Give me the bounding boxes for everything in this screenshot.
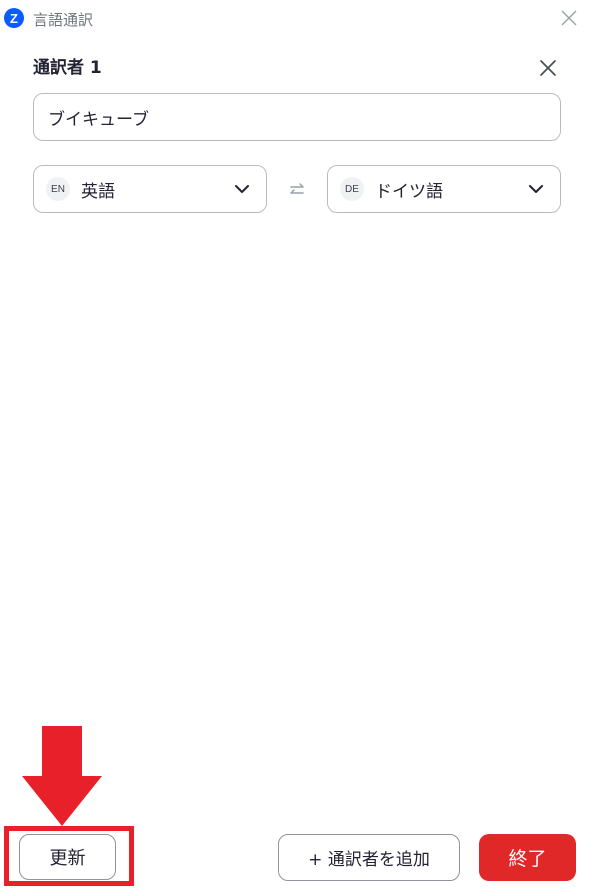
target-language-code: DE: [340, 177, 364, 201]
update-button[interactable]: 更新: [19, 834, 116, 880]
chevron-down-icon: [529, 185, 543, 193]
add-interpreter-button[interactable]: + 通訳者を追加: [278, 834, 460, 881]
red-arrow-down-icon: [22, 726, 102, 826]
source-language-code: EN: [46, 177, 70, 201]
window-title: 言語通訳: [33, 11, 94, 29]
target-language-select[interactable]: DE ドイツ語: [327, 165, 561, 213]
title-bar: Z 言語通訳: [0, 0, 591, 36]
source-language-select[interactable]: EN 英語: [33, 165, 267, 213]
target-language-name: ドイツ語: [375, 181, 443, 202]
app-logo-icon: Z: [4, 8, 24, 28]
source-language-name: 英語: [81, 181, 115, 202]
end-button[interactable]: 終了: [479, 834, 576, 881]
language-interpretation-window: Z 言語通訳 通訳者 1 EN 英語 DE ドイツ語 更新 + 通訳者を追加 終…: [0, 0, 591, 891]
interpreter-title: 通訳者 1: [33, 58, 102, 78]
interpreter-header: 通訳者 1: [33, 56, 560, 80]
remove-interpreter-icon[interactable]: [536, 56, 560, 80]
swap-languages-icon[interactable]: [287, 180, 307, 200]
close-icon[interactable]: [559, 8, 579, 28]
chevron-down-icon: [235, 185, 249, 193]
interpreter-name-input[interactable]: [33, 93, 561, 141]
